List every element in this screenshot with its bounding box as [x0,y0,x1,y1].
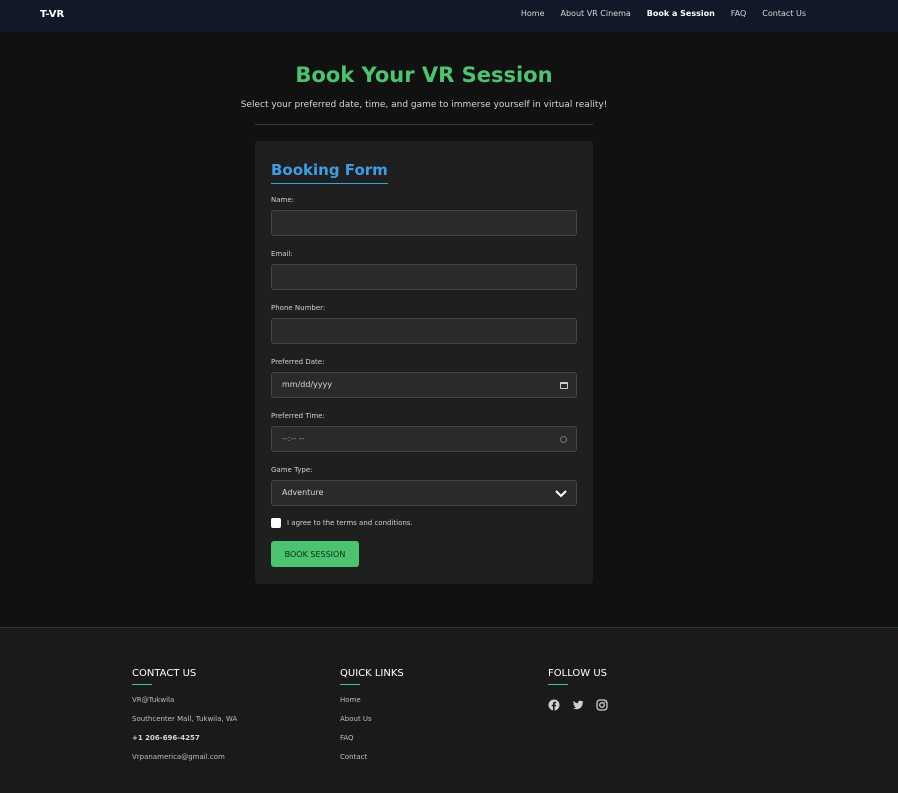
footer-follow: FOLLOW US [548,668,608,711]
name-input[interactable] [271,210,577,236]
contact-phone: +1 206-696-4257 [132,734,200,742]
twitter-icon[interactable] [572,699,584,711]
footer-link-contact[interactable]: Contact [340,754,404,761]
nav-link-book[interactable]: Book a Session [647,9,715,18]
phone-label: Phone Number: [271,304,326,312]
terms-label: I agree to the terms and conditions. [287,519,413,527]
nav-link-about[interactable]: About VR Cinema [561,9,631,18]
contact-address: Southcenter Mall, Tukwila, WA [132,715,238,723]
nav-link-faq[interactable]: FAQ [731,9,747,18]
footer-link-home[interactable]: Home [340,697,404,704]
facebook-icon[interactable] [548,699,560,711]
chevron-down-icon [555,490,567,498]
email-label: Email: [271,250,293,258]
page-title: Book Your VR Session [295,63,553,87]
date-input[interactable]: mm/dd/yyyy [271,372,577,398]
social-links [548,699,608,711]
nav-links: Home About VR Cinema Book a Session FAQ … [521,9,806,18]
calendar-icon[interactable] [560,382,568,389]
quick-links-heading: QUICK LINKS [340,668,404,685]
book-session-button[interactable]: BOOK SESSION [271,541,359,567]
footer-link-about[interactable]: About Us [340,716,404,723]
footer-quick-links: QUICK LINKS Home About Us FAQ Contact [340,668,404,761]
game-type-label: Game Type: [271,466,313,474]
date-label: Preferred Date: [271,358,325,366]
name-label: Name: [271,196,295,204]
booking-form-card: Booking Form Name: Email: Phone Number: … [255,141,593,584]
time-placeholder: --:-- -- [282,434,305,443]
nav-link-home[interactable]: Home [521,9,545,18]
navbar: T-VR Home About VR Cinema Book a Session… [0,0,898,32]
game-type-select[interactable]: Adventure [271,480,577,506]
phone-input[interactable] [271,318,577,344]
clock-icon[interactable] [560,436,567,443]
divider [255,124,593,125]
footer-contact: CONTACT US VR@Tukwila Southcenter Mall, … [132,668,237,761]
brand-logo[interactable]: T-VR [40,9,64,20]
email-input[interactable] [271,264,577,290]
game-type-value: Adventure [282,488,324,497]
time-input[interactable]: --:-- -- [271,426,577,452]
contact-heading: CONTACT US [132,668,237,685]
footer: CONTACT US VR@Tukwila Southcenter Mall, … [0,627,898,793]
form-title: Booking Form [271,161,388,184]
nav-link-contact[interactable]: Contact Us [762,9,806,18]
footer-link-faq[interactable]: FAQ [340,735,404,742]
follow-heading: FOLLOW US [548,668,608,685]
contact-email: Vrpanamerica@gmail.com [132,753,225,761]
instagram-icon[interactable] [596,699,608,711]
time-label: Preferred Time: [271,412,325,420]
contact-name: VR@Tukwila [132,696,175,704]
terms-checkbox[interactable] [271,518,281,528]
page-subtitle: Select your preferred date, time, and ga… [240,100,608,110]
date-placeholder: mm/dd/yyyy [282,380,333,389]
